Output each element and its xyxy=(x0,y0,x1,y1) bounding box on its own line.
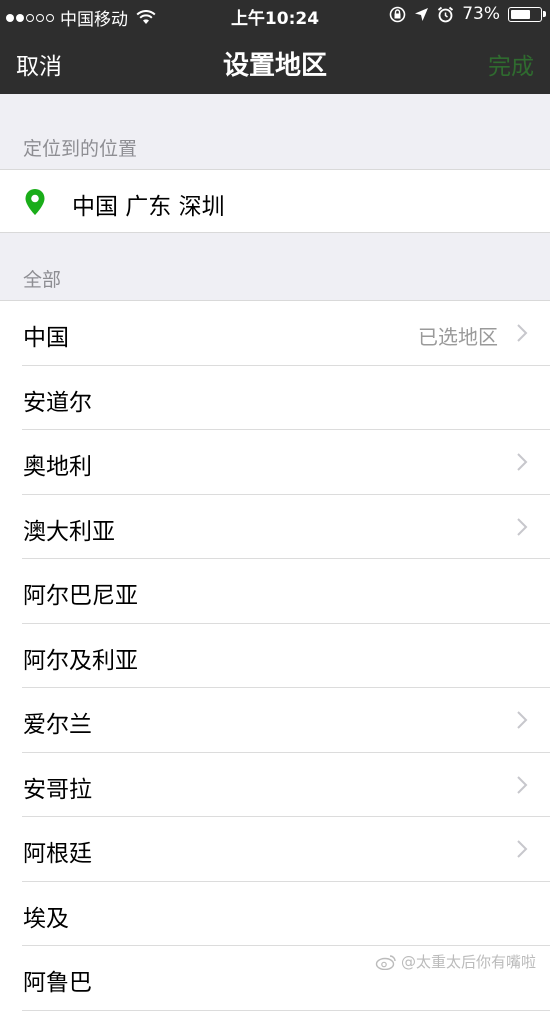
region-label: 阿尔巴尼亚 xyxy=(23,583,138,609)
region-row[interactable]: 安道尔 xyxy=(0,366,550,431)
region-label: 奥地利 xyxy=(23,454,92,480)
region-row[interactable]: 阿根廷 xyxy=(0,817,550,882)
section-header-located: 定位到的位置 xyxy=(0,131,550,169)
region-label: 中国 xyxy=(23,325,69,351)
chevron-right-icon xyxy=(517,840,528,858)
region-label: 阿根廷 xyxy=(23,841,92,867)
region-label: 阿尔及利亚 xyxy=(23,647,138,674)
chevron-right-icon xyxy=(517,775,528,794)
navigation-bar: 取消 设置地区 完成 xyxy=(0,30,550,94)
region-row[interactable]: 埃及 xyxy=(0,882,550,947)
battery-fill xyxy=(511,9,530,19)
region-label: 安哥拉 xyxy=(23,776,92,803)
located-location-row[interactable]: 中国 广东 深圳 xyxy=(0,169,550,233)
section-header-label: 全部 xyxy=(23,269,62,291)
region-label: 爱尔兰 xyxy=(23,712,92,738)
region-row[interactable]: 安哥拉 xyxy=(0,753,550,818)
section-header-all: 全部 xyxy=(0,262,550,300)
watermark: @太重太后你有嘴啦 xyxy=(375,951,536,972)
status-bar-right: 73% xyxy=(389,4,546,24)
location-pin-icon xyxy=(25,189,45,215)
region-row[interactable]: 爱尔兰 xyxy=(0,688,550,753)
selected-region-badge: 已选地区 xyxy=(418,325,498,349)
region-label: 阿鲁巴 xyxy=(23,970,92,996)
location-arrow-icon xyxy=(415,7,429,21)
battery-icon xyxy=(508,6,546,22)
watermark-text: @太重太后你有嘴啦 xyxy=(400,953,536,971)
region-row[interactable]: 阿尔及利亚 xyxy=(0,624,550,689)
region-list: 中国 已选地区安道尔奥地利澳大利亚阿尔巴尼亚阿尔及利亚爱尔兰安哥拉阿根廷埃及阿鲁巴 xyxy=(0,300,550,1011)
region-row[interactable]: 中国 已选地区 xyxy=(0,301,550,366)
chevron-right-icon xyxy=(517,517,528,536)
weibo-icon xyxy=(375,954,396,970)
status-bar: 中国移动 上午10:24 73% xyxy=(0,0,550,30)
region-row[interactable]: 阿尔巴尼亚 xyxy=(0,559,550,624)
located-location-label: 中国 广东 深圳 xyxy=(72,194,225,220)
rotation-lock-icon xyxy=(389,6,406,22)
cancel-button[interactable]: 取消 xyxy=(16,47,62,81)
chevron-right-icon xyxy=(517,711,528,729)
section-header-label: 定位到的位置 xyxy=(23,138,138,160)
region-row[interactable]: 奥地利 xyxy=(0,430,550,495)
region-label: 安道尔 xyxy=(23,389,92,416)
battery-percent: 73% xyxy=(462,4,500,24)
region-label: 澳大利亚 xyxy=(23,518,115,545)
alarm-icon xyxy=(438,6,454,22)
done-button[interactable]: 完成 xyxy=(488,47,534,81)
chevron-right-icon xyxy=(517,324,528,342)
page-title: 设置地区 xyxy=(222,51,327,81)
chevron-right-icon xyxy=(517,453,528,471)
region-label: 埃及 xyxy=(23,905,69,932)
region-row[interactable]: 澳大利亚 xyxy=(0,495,550,560)
